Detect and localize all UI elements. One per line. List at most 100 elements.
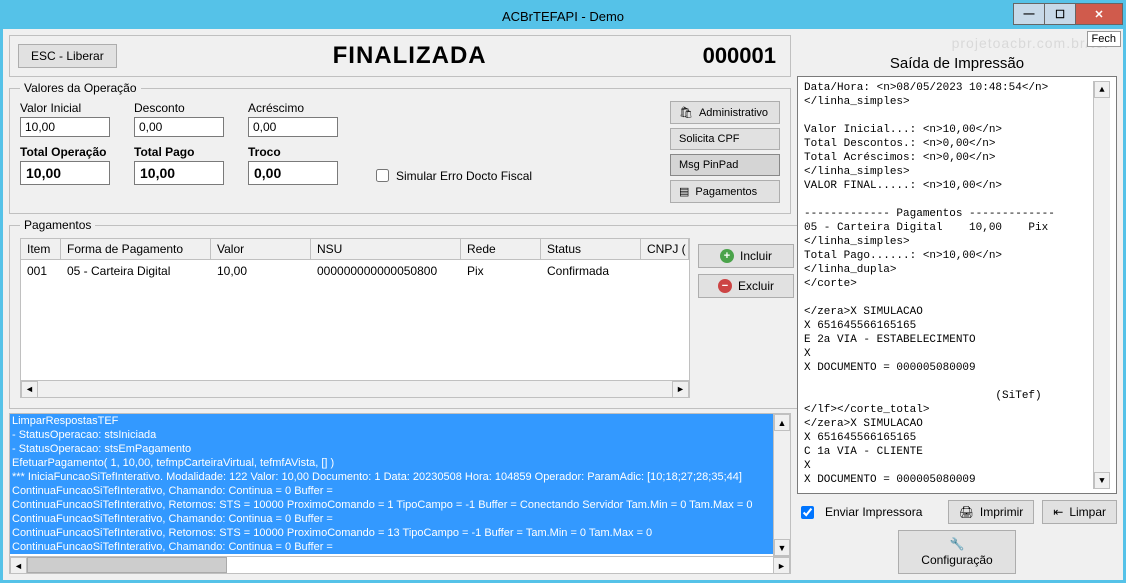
scroll-down-icon[interactable]: ▼ xyxy=(774,539,790,556)
excluir-label: Excluir xyxy=(738,279,774,293)
grid-hscroll[interactable]: ◄ ► xyxy=(21,380,689,397)
table-row[interactable]: 001 05 - Carteira Digital 10,00 00000000… xyxy=(21,260,689,282)
administrativo-label: Administrativo xyxy=(699,107,768,119)
excluir-button[interactable]: − Excluir xyxy=(698,274,794,298)
print-output[interactable]: Data/Hora: <n>08/05/2023 10:48:54</n> </… xyxy=(797,76,1117,494)
log-line: ContinuaFuncaoSiTefInterativo, Chamando:… xyxy=(10,512,773,526)
desconto-input[interactable] xyxy=(134,117,224,137)
scroll-thumb[interactable] xyxy=(27,557,227,573)
scroll-track[interactable] xyxy=(1094,98,1110,472)
enviar-impressora-checkbox[interactable] xyxy=(801,506,814,519)
imprimir-label: Imprimir xyxy=(980,505,1023,519)
incluir-label: Incluir xyxy=(740,249,772,263)
order-number: 000001 xyxy=(703,43,782,69)
print-vscroll[interactable]: ▲ ▼ xyxy=(1093,81,1110,489)
valor-inicial-label: Valor Inicial xyxy=(20,101,110,115)
print-actions: Enviar Impressora 🖨 Imprimir ⇤ Limpar xyxy=(797,494,1117,524)
clear-icon: ⇤ xyxy=(1053,505,1063,519)
grid-header: Item Forma de Pagamento Valor NSU Rede S… xyxy=(21,239,689,260)
window-title: ACBrTEFAPI - Demo xyxy=(3,9,1123,24)
minus-icon: − xyxy=(718,279,732,293)
scroll-right-icon[interactable]: ► xyxy=(773,557,790,574)
col-cnpj[interactable]: CNPJ ( xyxy=(641,239,689,260)
scroll-left-icon[interactable]: ◄ xyxy=(21,381,38,398)
administrativo-button[interactable]: 🛍 Administrativo xyxy=(670,101,780,124)
configuracao-label: Configuração xyxy=(921,553,992,567)
scroll-track[interactable] xyxy=(227,557,773,573)
cell-valor: 10,00 xyxy=(211,260,311,282)
plus-icon: + xyxy=(720,249,734,263)
scroll-up-icon[interactable]: ▲ xyxy=(774,414,790,431)
cell-item: 001 xyxy=(21,260,61,282)
scroll-up-icon[interactable]: ▲ xyxy=(1094,81,1110,98)
side-buttons: 🛍 Administrativo Solicita CPF Msg PinPad… xyxy=(670,101,780,203)
pagamentos-fieldset: Pagamentos Item Forma de Pagamento Valor… xyxy=(9,218,805,409)
log-line: - StatusOperacao: stsEmPagamento xyxy=(10,442,773,456)
status-header: ESC - Liberar FINALIZADA 000001 xyxy=(9,35,791,77)
scroll-track[interactable] xyxy=(774,431,790,539)
col-nsu[interactable]: NSU xyxy=(311,239,461,260)
log-line: - StatusOperacao: stsIniciada xyxy=(10,428,773,442)
limpar-label: Limpar xyxy=(1069,505,1106,519)
imprimir-button[interactable]: 🖨 Imprimir xyxy=(948,500,1035,524)
total-pago-input[interactable] xyxy=(134,161,224,185)
simular-erro-label: Simular Erro Docto Fiscal xyxy=(396,169,532,183)
status-text: FINALIZADA xyxy=(127,42,693,70)
minimize-button[interactable]: — xyxy=(1013,3,1045,25)
log-line: ContinuaFuncaoSiTefInterativo, Chamando:… xyxy=(10,540,773,554)
maximize-button[interactable]: ☐ xyxy=(1044,3,1076,25)
grid-body: 001 05 - Carteira Digital 10,00 00000000… xyxy=(21,260,689,380)
config-row: 🔧 Configuração xyxy=(797,524,1117,574)
app-body: ESC - Liberar FINALIZADA 000001 Valores … xyxy=(3,29,1123,580)
limpar-button[interactable]: ⇤ Limpar xyxy=(1042,500,1117,524)
acrescimo-input[interactable] xyxy=(248,117,338,137)
col-rede[interactable]: Rede xyxy=(461,239,541,260)
cell-rede: Pix xyxy=(461,260,541,282)
cell-nsu: 000000000000050800 xyxy=(311,260,461,282)
cell-forma: 05 - Carteira Digital xyxy=(61,260,211,282)
col-status[interactable]: Status xyxy=(541,239,641,260)
total-operacao-input[interactable] xyxy=(20,161,110,185)
valores-legend: Valores da Operação xyxy=(20,81,141,95)
titlebar: ACBrTEFAPI - Demo — ☐ ✕ xyxy=(3,3,1123,29)
desconto-label: Desconto xyxy=(134,101,224,115)
left-column: ESC - Liberar FINALIZADA 000001 Valores … xyxy=(9,35,791,574)
log-vscroll[interactable]: ▲ ▼ xyxy=(773,414,790,556)
scroll-left-icon[interactable]: ◄ xyxy=(10,557,27,574)
log-line: ContinuaFuncaoSiTefInterativo, Retornos:… xyxy=(10,526,773,540)
cell-cnpj xyxy=(641,260,689,282)
log-line: ContinuaFuncaoSiTefInterativo, Chamando:… xyxy=(10,484,773,498)
col-item[interactable]: Item xyxy=(21,239,61,260)
watermark: projetoacbr.com.br/tef xyxy=(797,35,1117,53)
log-box: LimparRespostasTEF - StatusOperacao: sts… xyxy=(9,413,791,574)
log-hscroll[interactable]: ◄ ► xyxy=(10,556,790,573)
payments-grid[interactable]: Item Forma de Pagamento Valor NSU Rede S… xyxy=(20,238,690,398)
log-lines[interactable]: LimparRespostasTEF - StatusOperacao: sts… xyxy=(10,414,773,556)
pay-buttons: + Incluir − Excluir xyxy=(698,238,794,398)
troco-label: Troco xyxy=(248,145,338,159)
valores-fieldset: Valores da Operação Valor Inicial Descon… xyxy=(9,81,791,214)
simular-erro-checkbox[interactable] xyxy=(376,169,389,182)
solicita-cpf-button[interactable]: Solicita CPF xyxy=(670,128,780,150)
scroll-down-icon[interactable]: ▼ xyxy=(1094,472,1110,489)
col-valor[interactable]: Valor xyxy=(211,239,311,260)
close-button[interactable]: ✕ xyxy=(1075,3,1123,25)
pagamentos-legend: Pagamentos xyxy=(20,218,95,232)
esc-liberar-button[interactable]: ESC - Liberar xyxy=(18,44,117,68)
col-forma[interactable]: Forma de Pagamento xyxy=(61,239,211,260)
total-operacao-label: Total Operação xyxy=(20,145,110,159)
total-pago-label: Total Pago xyxy=(134,145,224,159)
msg-pinpad-button[interactable]: Msg PinPad xyxy=(670,154,780,176)
pagamentos-button[interactable]: ▤ Pagamentos xyxy=(670,180,780,203)
card-icon: ▤ xyxy=(679,185,689,198)
wrench-icon: 🔧 xyxy=(950,537,965,551)
log-line: *** IniciaFuncaoSiTefInterativo. Modalid… xyxy=(10,470,773,484)
incluir-button[interactable]: + Incluir xyxy=(698,244,794,268)
configuracao-button[interactable]: 🔧 Configuração xyxy=(898,530,1015,574)
scroll-right-icon[interactable]: ► xyxy=(672,381,689,398)
acrescimo-label: Acréscimo xyxy=(248,101,338,115)
fechar-tooltip: Fech xyxy=(1087,31,1121,47)
window-controls: — ☐ ✕ xyxy=(1014,3,1123,25)
valor-inicial-input[interactable] xyxy=(20,117,110,137)
troco-input[interactable] xyxy=(248,161,338,185)
